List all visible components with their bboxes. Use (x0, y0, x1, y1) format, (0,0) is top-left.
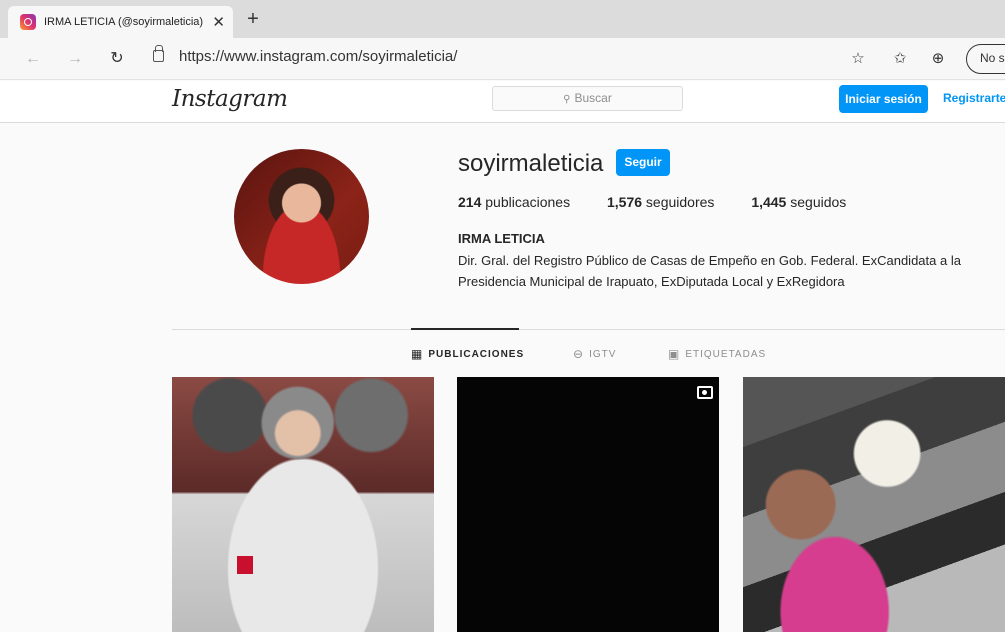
profile-avatar (234, 149, 369, 284)
lock-icon[interactable] (153, 45, 164, 62)
tab-title: IRMA LETICIA (@soyirmaleticia) • (44, 16, 207, 28)
post-thumbnail[interactable] (172, 377, 434, 632)
active-tab-indicator (411, 328, 519, 330)
tab-label-etiquetadas: ETIQUETADAS (685, 348, 767, 360)
tab-label-publicaciones: PUBLICACIONES (428, 348, 525, 360)
back-arrow-icon[interactable]: ← (22, 48, 44, 70)
tab-label-igtv: IGTV (589, 348, 617, 360)
followers-label: seguidores (645, 194, 715, 210)
new-tab-button[interactable]: + (240, 7, 266, 33)
video-icon (697, 386, 713, 399)
search-icon: ⚲ (563, 94, 571, 105)
posts-stat: 214 publicaciones (458, 194, 570, 210)
profile-full-name: IRMA LETICIA (458, 231, 545, 246)
browser-tab[interactable]: IRMA LETICIA (@soyirmaleticia) • ✕ (8, 6, 233, 38)
sync-button[interactable]: No se (966, 44, 1005, 74)
tab-publicaciones[interactable]: ▦ PUBLICACIONES (411, 347, 524, 361)
instagram-header: Instagram ⚲ Buscar Iniciar sesión Registr… (0, 81, 1005, 123)
address-bar: ← → ↻ https://www.instagram.com/soyirmal… (0, 38, 1005, 80)
collections-icon[interactable]: ⊕ (927, 48, 949, 70)
following-count: 1,445 (751, 194, 787, 210)
tab-igtv[interactable]: ⊖ IGTV (573, 347, 616, 361)
add-favorite-icon[interactable]: ☆ (847, 48, 869, 70)
instagram-favicon-icon (20, 14, 36, 30)
url-field[interactable]: https://www.instagram.com/soyirmaleticia… (179, 48, 457, 65)
posts-label: publicaciones (485, 194, 571, 210)
followers-stat[interactable]: 1,576 seguidores (607, 194, 714, 210)
tagged-icon: ▣ (668, 347, 681, 361)
following-label: seguidos (790, 194, 847, 210)
tab-etiquetadas[interactable]: ▣ ETIQUETADAS (668, 347, 766, 361)
forward-arrow-icon[interactable]: → (64, 48, 86, 70)
followers-count: 1,576 (606, 194, 643, 210)
reload-icon[interactable]: ↻ (106, 48, 128, 70)
posts-count: 214 (458, 194, 482, 210)
follow-button[interactable]: Seguir (616, 149, 670, 176)
login-button[interactable]: Iniciar sesión (839, 85, 928, 113)
favorites-icon[interactable]: ✩ (889, 48, 911, 70)
following-stat[interactable]: 1,445 seguidos (751, 194, 846, 210)
profile-stats: 214 publicaciones 1,576 seguidores 1,445… (458, 194, 879, 210)
register-link[interactable]: Registrarte (943, 91, 1005, 105)
jersey-captain-patch (237, 556, 253, 574)
browser-tab-bar: IRMA LETICIA (@soyirmaleticia) • ✕ + (0, 0, 1005, 38)
profile-username: soyirmaleticia (458, 150, 604, 177)
grid-icon: ▦ (411, 347, 424, 361)
search-input[interactable]: ⚲ Buscar (492, 86, 683, 111)
post-thumbnail[interactable] (457, 377, 719, 632)
profile-bio: Dir. Gral. del Registro Público de Casas… (458, 253, 961, 289)
igtv-icon: ⊖ (573, 347, 585, 361)
post-thumbnail[interactable] (743, 377, 1005, 632)
tabs-divider (172, 329, 1005, 330)
instagram-logo[interactable]: Instagram (172, 86, 288, 112)
close-tab-icon[interactable]: ✕ (212, 13, 225, 31)
search-placeholder: Buscar (574, 91, 612, 105)
